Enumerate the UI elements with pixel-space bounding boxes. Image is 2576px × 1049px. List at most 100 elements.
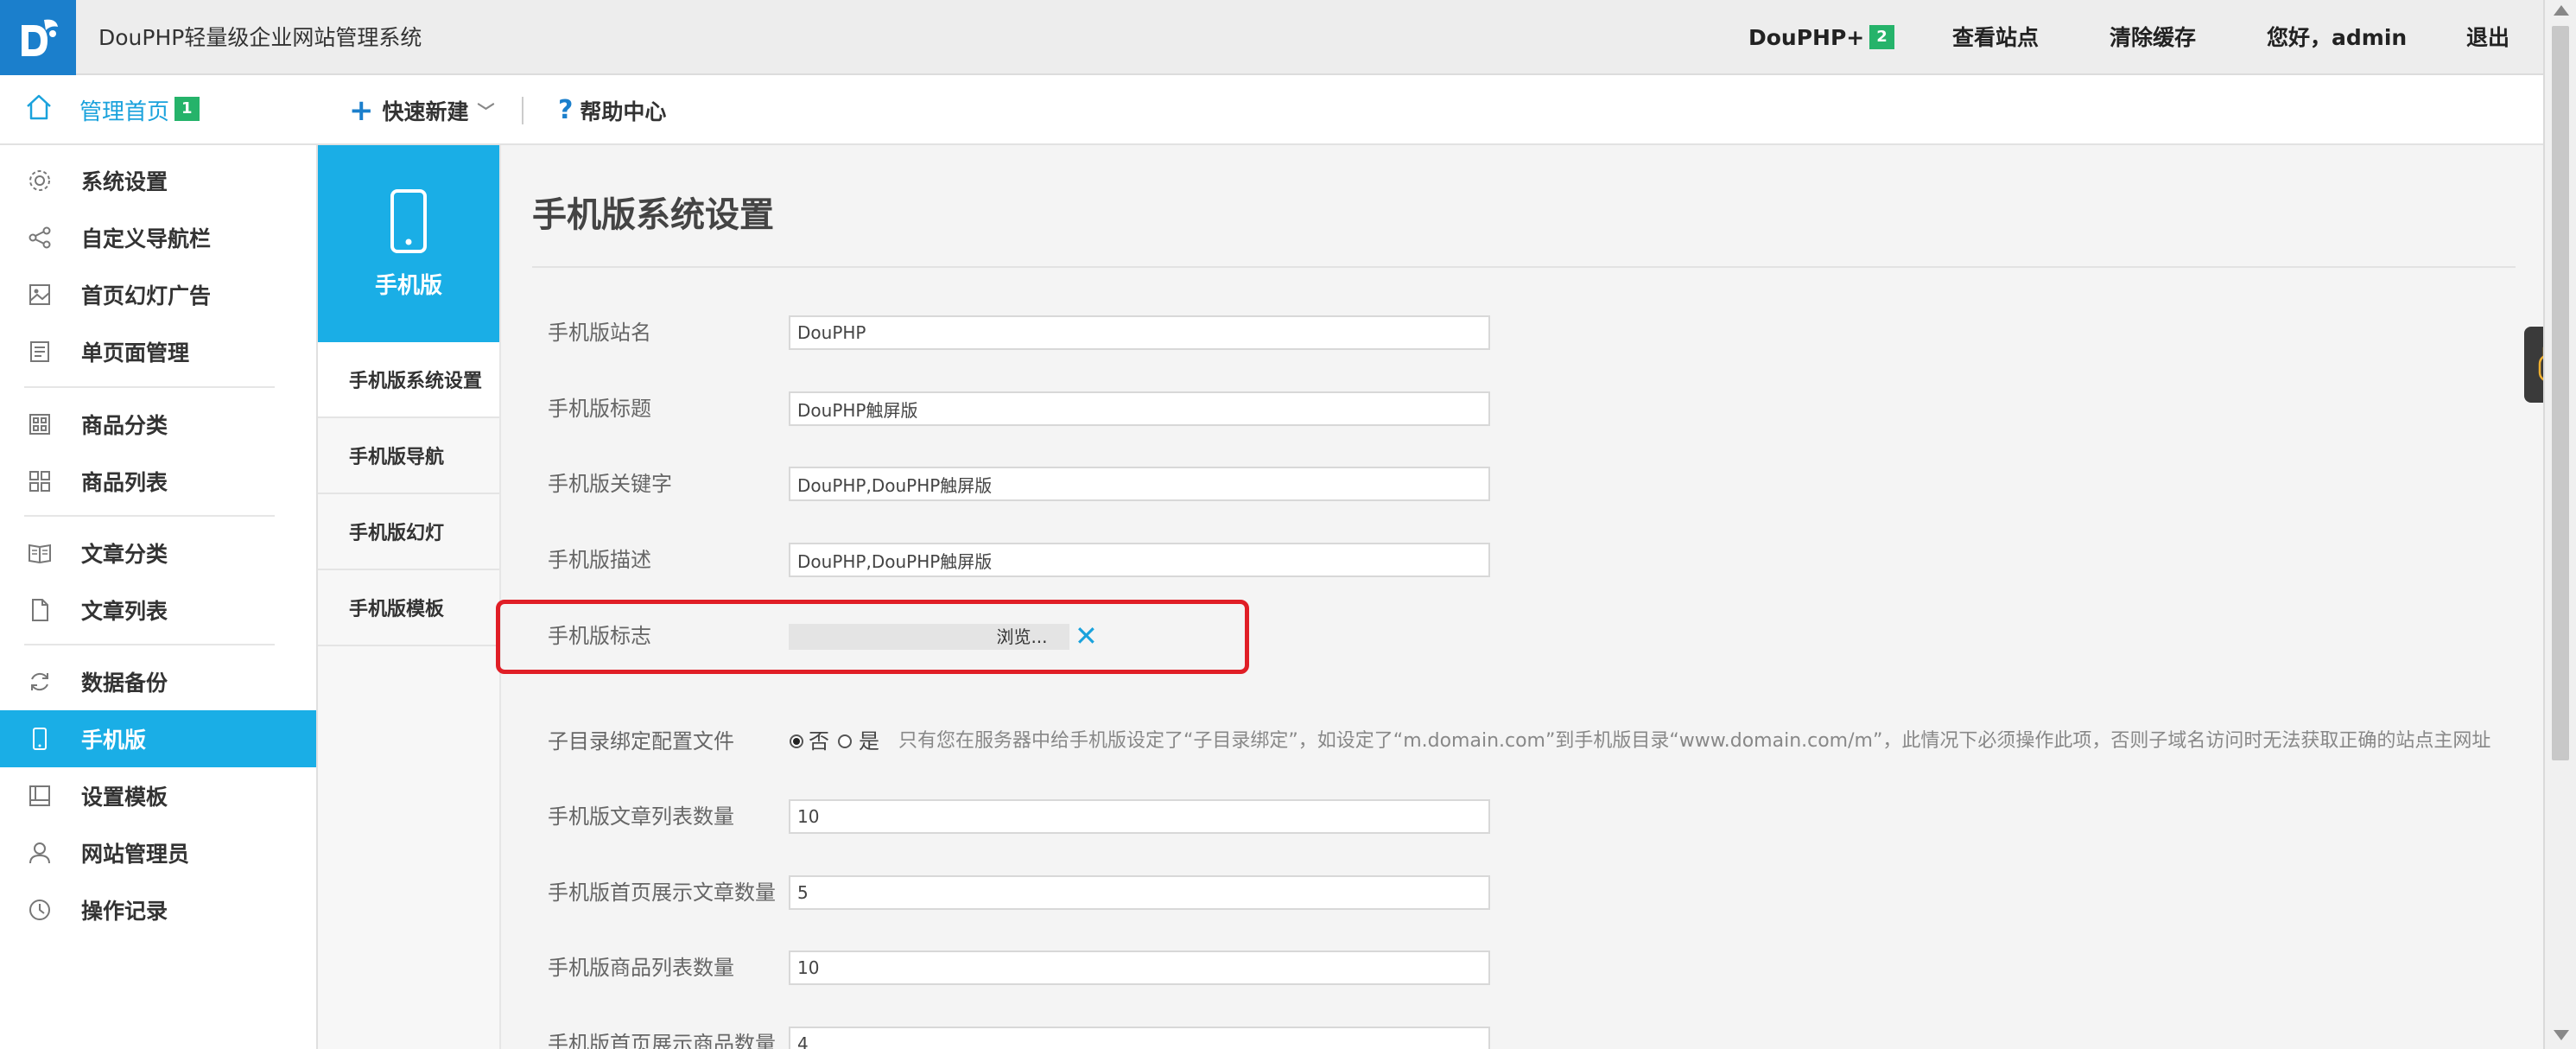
submenu-header-label: 手机版 [374, 272, 442, 299]
quick-new-dropdown[interactable]: + 快速新建 ﹀ [349, 75, 495, 145]
subdir-bind-label: 子目录绑定配置文件 [548, 729, 734, 753]
form-row-subdir-bind: 子目录绑定配置文件 否 是 只有您在服务器中给手机版设定了“子目录绑定”，如设定… [501, 715, 2543, 767]
form-row-site-name: 手机版站名 [501, 307, 2543, 359]
browse-button[interactable]: 浏览... [974, 624, 1069, 650]
book-icon [24, 537, 55, 569]
sidebar-item-label: 操作记录 [81, 899, 168, 924]
sidebar-item-template[interactable]: 设置模板 [0, 767, 316, 824]
sidebar-item-label: 首页幻灯广告 [81, 283, 212, 308]
sidebar-item-operation-log[interactable]: 操作记录 [0, 881, 316, 938]
subdir-no-radio[interactable] [790, 734, 803, 748]
sidebar-item-label: 文章分类 [81, 542, 168, 567]
home-product-num-input[interactable] [789, 1027, 1490, 1049]
sidebar-item-label: 网站管理员 [81, 842, 190, 867]
clear-logo-icon[interactable]: ✕ [1075, 617, 1098, 655]
clear-cache-link[interactable]: 清除缓存 [2110, 0, 2196, 75]
top-header: DouPHP轻量级企业网站管理系统 DouPHP+ 2 查看站点 清除缓存 您好，… [0, 0, 2543, 75]
sidebar-item-label: 商品列表 [81, 470, 168, 495]
sidebar-item-data-backup[interactable]: 数据备份 [0, 653, 316, 710]
subdir-bind-note: 只有您在服务器中给手机版设定了“子目录绑定”，如设定了“m.domain.com… [898, 730, 2491, 752]
submenu-item-mobile-slides[interactable]: 手机版幻灯 [318, 494, 499, 570]
scroll-thumb[interactable] [2552, 26, 2569, 760]
refresh-icon [24, 666, 55, 697]
form-row-product-list-num: 手机版商品列表数量 [501, 942, 2543, 994]
logo-file-path[interactable] [789, 624, 974, 650]
sidebar-item-site-admin[interactable]: 网站管理员 [0, 824, 316, 881]
douphp-plus-link[interactable]: DouPHP+ 2 [1748, 0, 1894, 75]
sidebar-item-label: 手机版 [81, 728, 147, 753]
description-input[interactable] [789, 543, 1490, 577]
page-scrollbar[interactable] [2543, 0, 2576, 1049]
home-article-num-label: 手机版首页展示文章数量 [548, 881, 776, 905]
scroll-down-arrow-icon[interactable] [2554, 1030, 2569, 1040]
mobile-icon [24, 723, 55, 754]
sidebar-divider [24, 644, 275, 645]
quick-new-label: 快速新建 [382, 99, 469, 124]
scroll-up-arrow-icon[interactable] [2554, 5, 2569, 16]
grid-icon [24, 466, 55, 497]
sidebar-item-system-settings[interactable]: 系统设置 [0, 152, 316, 209]
site-name-label: 手机版站名 [548, 321, 651, 345]
document-icon [24, 336, 55, 367]
home-article-num-input[interactable] [789, 875, 1490, 910]
subdir-no-label: 否 [809, 729, 829, 753]
form-row-home-product-num: 手机版首页展示商品数量 [501, 1018, 2543, 1049]
header-divider [522, 97, 523, 124]
home-link[interactable]: 管理首页 1 [0, 75, 318, 145]
submenu-item-mobile-nav[interactable]: 手机版导航 [318, 418, 499, 494]
site-name-input[interactable] [789, 315, 1490, 350]
sidebar: 系统设置 自定义导航栏 首页幻灯广告 单页面管理 商品分类 商品列表 文章分类 … [0, 145, 318, 1049]
submenu-item-mobile-template[interactable]: 手机版模板 [318, 570, 499, 646]
sidebar-item-mobile[interactable]: 手机版 [0, 710, 316, 767]
logo-label: 手机版标志 [548, 624, 651, 648]
sidebar-item-label: 单页面管理 [81, 340, 190, 366]
form-row-keywords: 手机版关键字 [501, 458, 2543, 510]
site-title-input[interactable] [789, 391, 1490, 426]
main-content: 手机版系统设置 手机版站名 手机版标题 手机版关键字 手机版描述 手机版标志 浏… [501, 145, 2543, 1049]
sidebar-item-label: 系统设置 [81, 169, 168, 194]
douphp-logo[interactable] [0, 0, 76, 75]
gear-icon [24, 165, 55, 196]
subdir-yes-radio[interactable] [838, 734, 852, 748]
system-title: DouPHP轻量级企业网站管理系统 [98, 25, 422, 50]
subdir-yes-label: 是 [859, 729, 879, 753]
form-row-site-title: 手机版标题 [501, 383, 2543, 435]
description-label: 手机版描述 [548, 548, 651, 572]
sub-header: 管理首页 1 + 快速新建 ﹀ ? 帮助中心 [0, 75, 2543, 145]
mobile-submenu: 手机版 手机版系统设置 手机版导航 手机版幻灯 手机版模板 [318, 145, 501, 1049]
article-list-num-input[interactable] [789, 799, 1490, 834]
sidebar-divider [24, 386, 275, 388]
sidebar-item-product-list[interactable]: 商品列表 [0, 453, 316, 510]
keywords-label: 手机版关键字 [548, 472, 672, 496]
sidebar-divider [24, 515, 275, 517]
view-site-link[interactable]: 查看站点 [1952, 0, 2039, 75]
logout-link[interactable]: 退出 [2466, 0, 2509, 75]
article-list-num-label: 手机版文章列表数量 [548, 804, 734, 829]
sidebar-item-label: 设置模板 [81, 785, 168, 810]
clock-icon [24, 894, 55, 925]
form-row-home-article-num: 手机版首页展示文章数量 [501, 867, 2543, 919]
keywords-input[interactable] [789, 467, 1490, 501]
sidebar-item-custom-nav[interactable]: 自定义导航栏 [0, 209, 316, 266]
mobile-phone-icon [390, 188, 427, 253]
douphp-logo-icon [22, 19, 58, 56]
sidebar-item-label: 文章列表 [81, 599, 168, 624]
help-center-link[interactable]: ? 帮助中心 [558, 75, 666, 145]
form-row-article-list-num: 手机版文章列表数量 [501, 791, 2543, 842]
sidebar-item-label: 商品分类 [81, 413, 168, 438]
submenu-item-mobile-settings[interactable]: 手机版系统设置 [318, 342, 499, 418]
plus-icon: + [349, 92, 374, 128]
sidebar-item-home-slides[interactable]: 首页幻灯广告 [0, 266, 316, 323]
user-greeting[interactable]: 您好，admin [2267, 0, 2407, 75]
sidebar-item-label: 自定义导航栏 [81, 226, 212, 251]
douphp-plus-label: DouPHP+ [1748, 25, 1865, 50]
sidebar-item-article-category[interactable]: 文章分类 [0, 524, 316, 582]
chevron-down-icon: ﹀ [477, 101, 495, 122]
help-icon: ? [558, 95, 574, 125]
sidebar-item-article-list[interactable]: 文章列表 [0, 582, 316, 639]
home-product-num-label: 手机版首页展示商品数量 [548, 1032, 776, 1049]
category-grid-icon [24, 409, 55, 440]
sidebar-item-single-page[interactable]: 单页面管理 [0, 323, 316, 380]
sidebar-item-product-category[interactable]: 商品分类 [0, 396, 316, 453]
product-list-num-input[interactable] [789, 950, 1490, 985]
